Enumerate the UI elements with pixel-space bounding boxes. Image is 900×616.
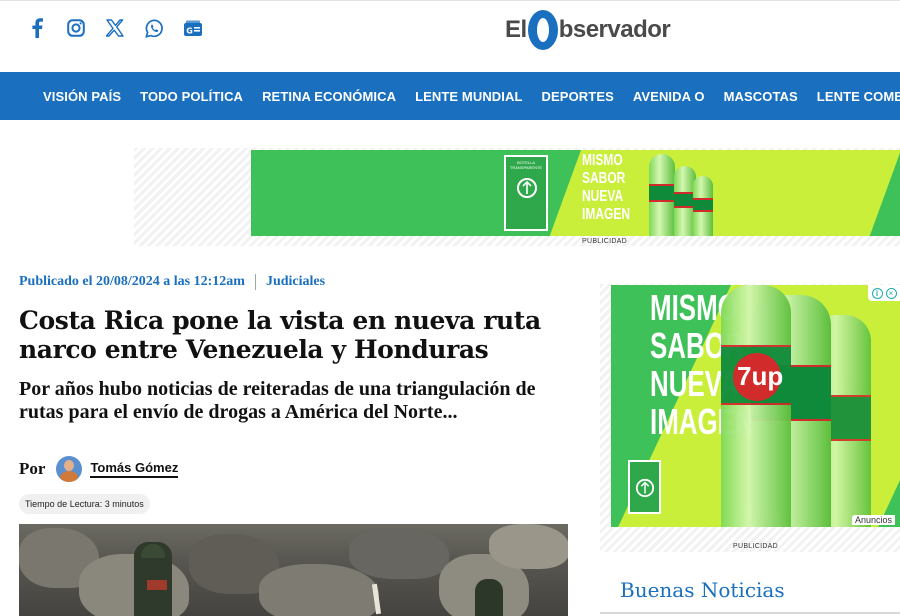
- whatsapp-icon[interactable]: [143, 17, 165, 39]
- x-icon[interactable]: [104, 17, 126, 39]
- site-logo[interactable]: El bservador: [505, 7, 671, 53]
- author-avatar[interactable]: [56, 456, 83, 482]
- instagram-icon[interactable]: [65, 17, 87, 39]
- category-link[interactable]: Judiciales: [266, 274, 325, 290]
- published-date: Publicado el 20/08/2024 a las 12:12am: [19, 274, 245, 289]
- nav-item-retina-economica[interactable]: RETINA ECONÓMICA: [262, 89, 396, 104]
- banner-ad-box-text: BOTELLA TRANSPARENTE: [509, 160, 543, 170]
- nav-item-mascotas[interactable]: MASCOTAS: [724, 89, 798, 104]
- article-title: Costa Rica pone la vista en nueva ruta n…: [19, 306, 541, 364]
- ad-provider-label: Anuncios: [852, 515, 896, 525]
- social-links: G: [26, 17, 204, 39]
- nav-item-avenida-o[interactable]: AVENIDA O: [633, 89, 705, 104]
- author-link[interactable]: Tomás Gómez: [90, 460, 179, 478]
- article-photo: [19, 524, 568, 616]
- logo-text-right: bservador: [558, 16, 671, 43]
- reading-time-badge: Tiempo de Lectura: 3 minutos: [19, 494, 150, 514]
- brand-logo-text: 7up: [737, 361, 784, 391]
- nav-item-deportes[interactable]: DEPORTES: [542, 89, 614, 104]
- facebook-icon[interactable]: [26, 17, 48, 39]
- side-ad[interactable]: MISMO SABOR NUEVA IMAGEN 7up: [611, 285, 900, 527]
- banner-ad[interactable]: BOTELLA TRANSPARENTE MISMO SABOR NUEVA I…: [251, 150, 900, 236]
- logo-o-mark: [527, 10, 558, 50]
- svg-text:G: G: [186, 26, 193, 35]
- banner-ad-recycle-box: BOTELLA TRANSPARENTE: [504, 155, 548, 231]
- article-meta: Publicado el 20/08/2024 a las 12:12am Ju…: [19, 274, 325, 290]
- side-ad-label: PUBLICIDAD: [733, 543, 779, 550]
- sidebar-section-divider: [600, 612, 900, 614]
- side-ad-recycle-box: [628, 460, 661, 514]
- bottle-image: [721, 285, 791, 527]
- recycle-icon: [635, 478, 655, 498]
- nav-list: VISIÓN PAÍS TODO POLÍTICA RETINA ECONÓMI…: [43, 72, 900, 120]
- site-header: G El bservador: [0, 0, 900, 72]
- recycle-icon: [517, 178, 537, 198]
- banner-ad-slogan: MISMO SABOR NUEVA IMAGEN: [582, 152, 630, 223]
- ad-close-icon[interactable]: ×: [885, 287, 897, 299]
- ad-info-icon[interactable]: i: [871, 287, 883, 299]
- sidebar-section-title[interactable]: Buenas Noticias: [620, 578, 785, 602]
- nav-item-todo-politica[interactable]: TODO POLÍTICA: [140, 89, 243, 104]
- logo-text-left: El: [505, 16, 527, 43]
- google-news-icon[interactable]: G: [182, 17, 204, 39]
- ad-choices[interactable]: i ×: [868, 285, 900, 301]
- byline-prefix: Por: [19, 459, 46, 478]
- bottle-image: [693, 176, 713, 236]
- nav-item-lente-comercial[interactable]: LENTE COMERCIAL: [817, 89, 900, 104]
- main-nav: VISIÓN PAÍS TODO POLÍTICA RETINA ECONÓMI…: [0, 72, 900, 120]
- article-subtitle: Por años hubo noticias de reiteradas de …: [19, 378, 536, 423]
- byline: Por Tomás Gómez: [19, 456, 179, 482]
- nav-item-vision-pais[interactable]: VISIÓN PAÍS: [43, 89, 121, 104]
- bottle-image: [649, 154, 675, 236]
- banner-ad-label: PUBLICIDAD: [582, 238, 628, 245]
- meta-separator: [254, 274, 256, 290]
- nav-item-lente-mundial[interactable]: LENTE MUNDIAL: [415, 89, 522, 104]
